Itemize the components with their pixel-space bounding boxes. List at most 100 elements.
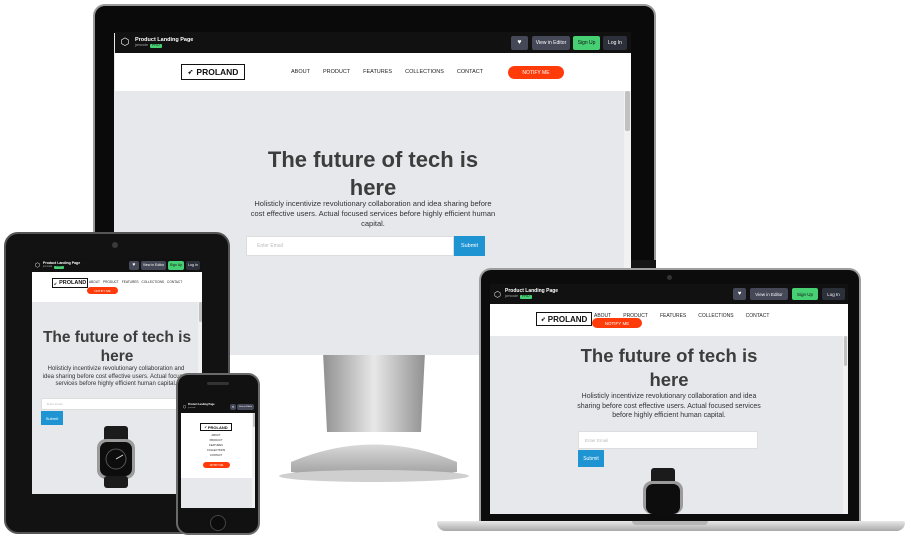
codepen-author: jcmcode: [188, 406, 196, 409]
nav-contact[interactable]: CONTACT: [457, 69, 483, 75]
rocket-icon: ➶: [204, 425, 207, 429]
scrollbar-thumb[interactable]: [252, 413, 255, 427]
notify-button[interactable]: NOTIFY ME: [87, 287, 118, 294]
pro-badge: PRO: [54, 265, 64, 269]
view-in-editor-button[interactable]: View in Editor: [237, 403, 254, 410]
nav-contact[interactable]: CONTACT: [167, 280, 182, 284]
codepen-logo-icon: ⬡: [120, 37, 130, 48]
scrollbar[interactable]: [843, 336, 848, 514]
codepen-author: jcmcode: [43, 265, 53, 268]
heart-button[interactable]: ♥: [511, 35, 528, 50]
codepen-bar: ⬡ Product Landing Page jcmcode PRO ♥ Vie…: [32, 258, 202, 272]
nav-product[interactable]: PRODUCT: [103, 280, 119, 284]
nav-contact[interactable]: CONTACT: [195, 453, 237, 458]
nav-features[interactable]: FEATURES: [363, 69, 392, 75]
login-button[interactable]: Log In: [603, 35, 627, 50]
nav-collections[interactable]: COLLECTIONS: [405, 69, 444, 75]
signup-button[interactable]: Sign Up: [573, 35, 600, 50]
scrollbar[interactable]: [252, 413, 255, 508]
brand-logo[interactable]: ➶ PROLAND: [200, 423, 232, 431]
brand-name: PROLAND: [196, 67, 239, 77]
submit-button[interactable]: Submit: [454, 236, 485, 256]
codepen-bar: ⬡ Product Landing Page jcmcode PRO ♥ Vie…: [115, 32, 631, 53]
hero-description: Holisticly incentivize revolutionary col…: [42, 366, 190, 387]
login-button[interactable]: Log In: [822, 288, 845, 300]
codepen-author-row: jcmcode: [188, 407, 215, 409]
codepen-actions: ♥ View in Editor Sign Up Log In: [733, 288, 845, 300]
rocket-icon: ➶: [187, 69, 194, 76]
codepen-bar: ⬡ Product Landing Page jcmcode ♥ View in…: [181, 400, 255, 413]
submit-button[interactable]: Submit: [578, 450, 604, 467]
codepen-actions: ♥ View in Editor Sign Up Log In: [129, 260, 200, 270]
nav-links: ABOUT PRODUCT FEATURES COLLECTIONS CONTA…: [291, 67, 483, 77]
nav-links-vertical: ABOUT PRODUCT FEATURES COLLECTIONS CONTA…: [195, 433, 237, 458]
scrollbar-thumb[interactable]: [198, 302, 202, 322]
rocket-icon: ➶: [540, 316, 546, 323]
scrollbar[interactable]: [624, 91, 631, 270]
heart-button[interactable]: ♥: [733, 288, 746, 300]
nav-contact[interactable]: CONTACT: [746, 313, 770, 319]
site-navbar: ➶ PROLAND ABOUT PRODUCT FEATURES COLLECT…: [490, 304, 848, 336]
brand-logo[interactable]: ➶ PROLAND: [181, 64, 245, 80]
login-button[interactable]: Log In: [186, 260, 200, 270]
site-navbar: ➶ PROLAND ABOUT PRODUCT FEATURES COLLECT…: [115, 53, 631, 91]
email-input[interactable]: Enter Email: [246, 236, 454, 256]
tablet-camera-icon: [112, 242, 118, 248]
view-in-editor-button[interactable]: View in Editor: [532, 35, 570, 50]
signup-button[interactable]: Sign Up: [792, 288, 818, 300]
codepen-author-row: jcmcode PRO: [43, 265, 80, 269]
hero-description: Holisticly incentivize revolutionary col…: [577, 393, 761, 419]
nav-features[interactable]: FEATURES: [122, 280, 139, 284]
watch-image: [643, 468, 683, 514]
heart-button[interactable]: ♥: [129, 260, 139, 270]
heart-button[interactable]: ♥: [230, 403, 236, 410]
laptop-camera-icon: [667, 275, 672, 280]
pro-badge: PRO: [150, 43, 162, 48]
codepen-logo-icon: ⬡: [494, 289, 501, 299]
notify-button[interactable]: NOTIFY ME: [592, 318, 642, 328]
hero-section: [181, 478, 255, 508]
site-navbar: ➶ PROLAND ABOUT PRODUCT FEATURES COLLECT…: [32, 272, 202, 302]
codepen-logo-icon: ⬡: [34, 262, 41, 269]
rocket-icon: ➶: [53, 280, 58, 286]
email-input[interactable]: Enter Email: [578, 431, 758, 449]
nav-collections[interactable]: COLLECTIONS: [698, 313, 733, 319]
nav-collections[interactable]: COLLECTIONS: [142, 280, 165, 284]
brand-logo[interactable]: ➶ PROLAND: [52, 278, 88, 288]
nav-links: ABOUT PRODUCT FEATURES COLLECTIONS CONTA…: [89, 279, 182, 285]
scrollbar-thumb[interactable]: [844, 336, 847, 366]
notify-button[interactable]: NOTIFY ME: [508, 66, 564, 79]
nav-features[interactable]: FEATURES: [660, 313, 686, 319]
codepen-author-row: jcmcode PRO: [505, 295, 558, 299]
codepen-author: jcmcode: [505, 294, 519, 299]
brand-name: PROLAND: [547, 314, 588, 324]
codepen-author-row: jcmcode PRO: [135, 43, 193, 48]
codepen-actions: ♥ View in Editor: [230, 403, 254, 410]
phone-speaker: [207, 382, 229, 385]
hero-title: The future of tech is here: [267, 147, 479, 200]
phone-viewport: ⬡ Product Landing Page jcmcode ♥ View in…: [181, 400, 255, 508]
email-input[interactable]: Enter Email: [41, 398, 191, 410]
pro-badge: PRO: [520, 294, 532, 299]
nav-about[interactable]: ABOUT: [291, 69, 310, 75]
codepen-actions: ♥ View in Editor Sign Up Log In: [511, 35, 627, 50]
laptop-viewport: ⬡ Product Landing Page jcmcode PRO ♥ Vie…: [490, 284, 848, 514]
brand-name: PROLAND: [207, 424, 228, 430]
nav-about[interactable]: ABOUT: [89, 280, 100, 284]
submit-button[interactable]: Submit: [41, 411, 63, 425]
view-in-editor-button[interactable]: View in Editor: [750, 288, 788, 300]
brand-name: PROLAND: [59, 280, 87, 286]
brand-logo[interactable]: ➶ PROLAND: [536, 312, 592, 326]
notify-button[interactable]: NOTIFY ME: [203, 462, 230, 468]
scrollbar-thumb[interactable]: [625, 91, 630, 131]
codepen-logo-icon: ⬡: [182, 404, 187, 409]
view-in-editor-button[interactable]: View in Editor: [141, 260, 166, 270]
phone-home-button[interactable]: [210, 515, 226, 531]
watch-image: [97, 426, 135, 488]
codepen-bar: ⬡ Product Landing Page jcmcode PRO ♥ Vie…: [490, 284, 848, 304]
signup-button[interactable]: Sign Up: [168, 260, 184, 270]
codepen-author: jcmcode: [135, 43, 149, 47]
hero-description: Holisticly incentivize revolutionary col…: [250, 199, 496, 228]
hero-title: The future of tech is here: [42, 329, 192, 365]
nav-product[interactable]: PRODUCT: [323, 69, 350, 75]
